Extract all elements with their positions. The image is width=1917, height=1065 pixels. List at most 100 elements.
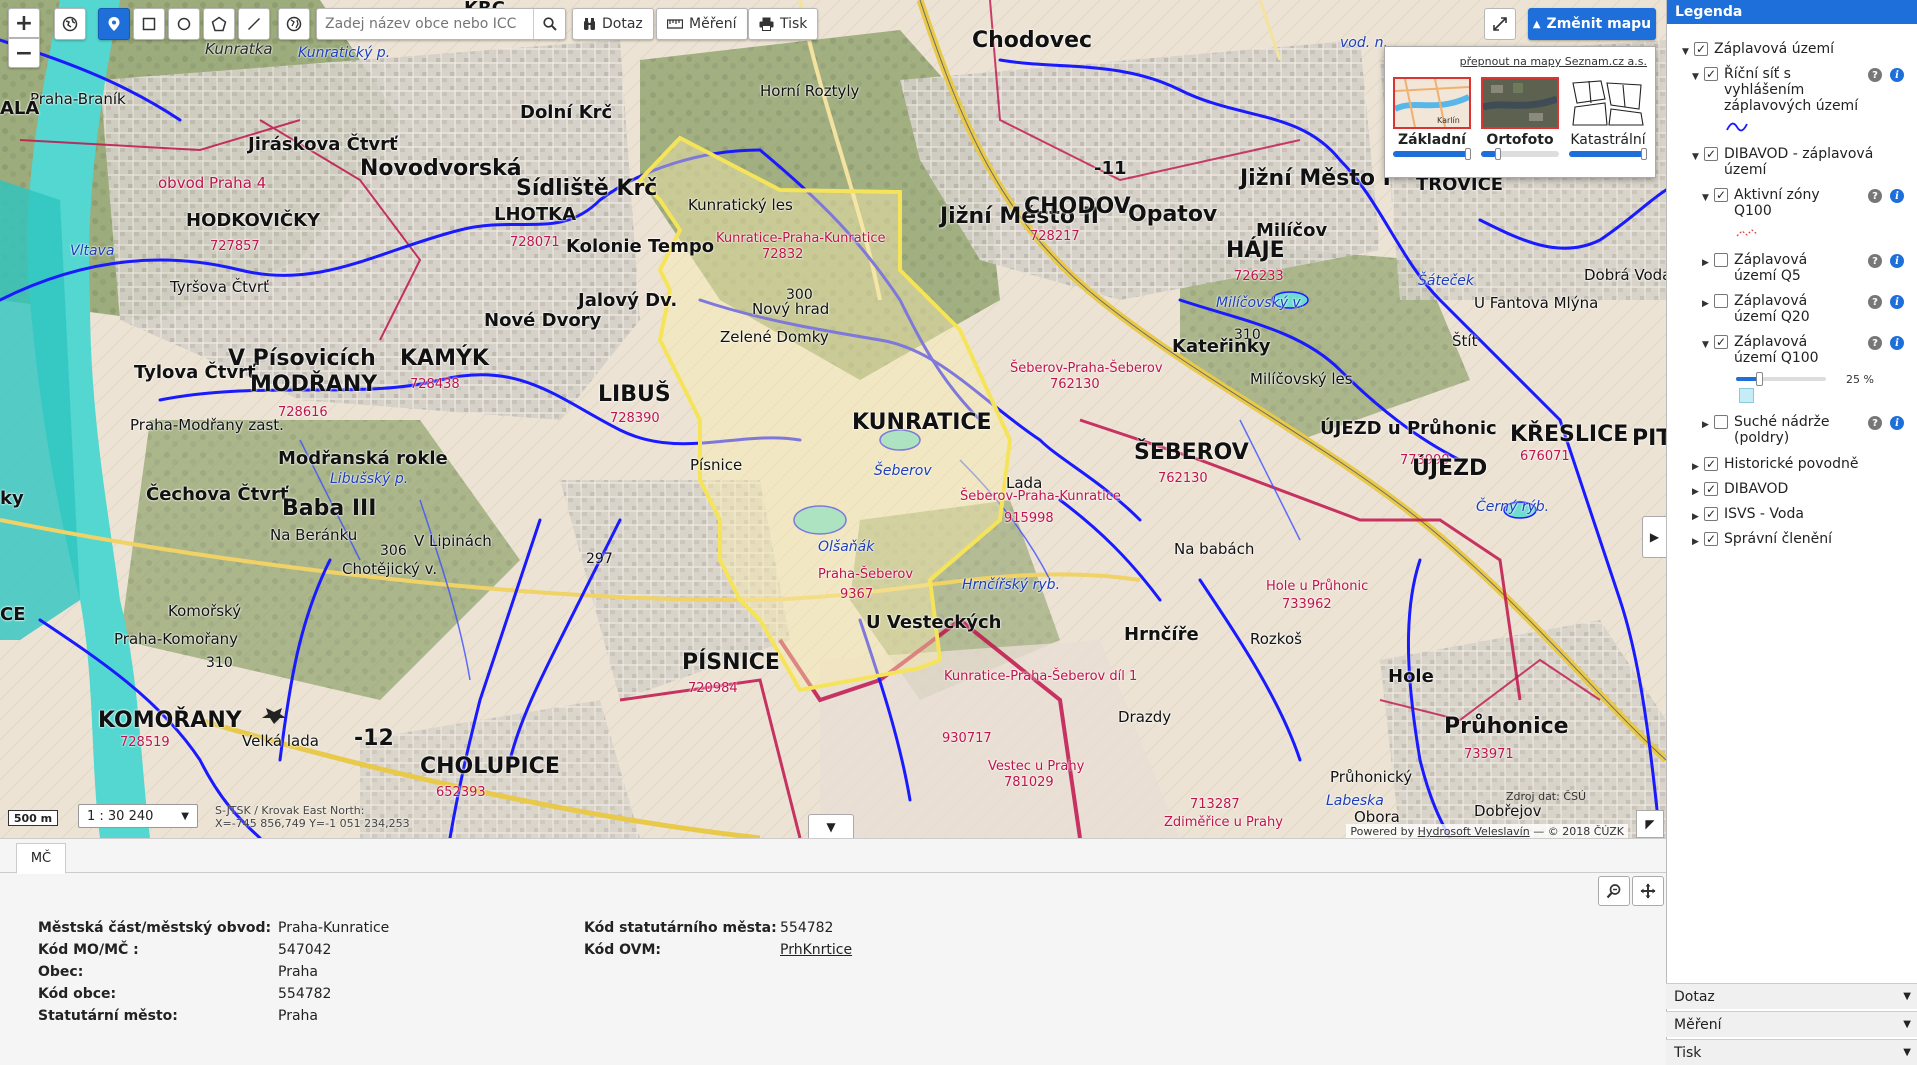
caret-down-icon: ▼ bbox=[181, 810, 189, 822]
checkbox[interactable] bbox=[1714, 294, 1728, 308]
checkbox[interactable]: ✓ bbox=[1704, 147, 1718, 161]
expand-arrow-icon[interactable]: ▼ bbox=[1702, 190, 1712, 206]
accordion-mereni[interactable]: Měření ▼ bbox=[1666, 1011, 1917, 1037]
seznam-link[interactable]: přepnout na mapy Seznam.cz a.s. bbox=[1460, 55, 1647, 68]
map-label-chodovec: Chodovec bbox=[972, 28, 1093, 53]
map-label-dolni-krc: Dolní Krč bbox=[520, 102, 613, 123]
attr-key: Kód MO/MČ : bbox=[38, 942, 139, 958]
help-icon[interactable]: ? bbox=[1868, 416, 1882, 430]
globe-button[interactable] bbox=[54, 8, 86, 40]
zoom-out-button[interactable]: − bbox=[8, 38, 40, 68]
help-icon[interactable]: ? bbox=[1868, 189, 1882, 203]
checkbox[interactable]: ✓ bbox=[1704, 532, 1718, 546]
map-label-praha-komorany: Praha-Komořany bbox=[114, 630, 239, 648]
basemap-opacity-katastralni[interactable] bbox=[1569, 148, 1647, 160]
scale-select[interactable]: 1 : 30 240 ▼ bbox=[78, 804, 198, 828]
search-button[interactable] bbox=[533, 9, 565, 39]
overview-map-button[interactable]: ◤ bbox=[1636, 810, 1664, 838]
checkbox[interactable] bbox=[1714, 253, 1728, 267]
accordion-dotaz[interactable]: Dotaz ▼ bbox=[1666, 983, 1917, 1009]
fullscreen-button[interactable] bbox=[1484, 8, 1516, 40]
info-icon[interactable]: i bbox=[1890, 416, 1904, 430]
slider-knob[interactable] bbox=[1756, 372, 1763, 386]
map-view[interactable]: Chodovec Kunratka Praha-Braník Horní Roz… bbox=[0, 0, 1666, 838]
legend-item-zaplavova-uzemi[interactable]: ▼ ✓ Záplavová území bbox=[1682, 41, 1894, 60]
basemap-opacity-ortofoto[interactable] bbox=[1481, 148, 1559, 160]
info-icon[interactable]: i bbox=[1890, 68, 1904, 82]
expand-arrow-icon[interactable]: ▶ bbox=[1692, 484, 1702, 500]
info-icon[interactable]: i bbox=[1890, 254, 1904, 268]
help-icon[interactable]: ? bbox=[1868, 254, 1882, 268]
checkbox[interactable] bbox=[1714, 415, 1728, 429]
credit-link[interactable]: Hydrosoft Veleslavín bbox=[1418, 825, 1530, 838]
q100-area-swatch bbox=[1739, 388, 1754, 403]
collapse-info-panel-button[interactable]: ▼ bbox=[808, 814, 854, 838]
map-label-ky: ky bbox=[0, 488, 24, 509]
legend-item-historicke-povodne[interactable]: ▶ ✓ Historické povodně bbox=[1692, 456, 1904, 475]
polygon-select-button[interactable] bbox=[203, 8, 235, 40]
zoom-in-button[interactable]: + bbox=[8, 8, 40, 38]
kod-ovm-link[interactable]: PrhKnrtice bbox=[780, 939, 852, 961]
zmenit-mapu-button[interactable]: ▲ Změnit mapu bbox=[1528, 8, 1656, 40]
world-layers-icon bbox=[286, 16, 302, 32]
expand-arrow-icon[interactable]: ▼ bbox=[1702, 337, 1712, 353]
legend-item-ricni-sit[interactable]: ▼ ✓ Říční síť s vyhlášením záplavových úze… bbox=[1692, 66, 1860, 114]
legend-item-suche-nadrze[interactable]: ▶ Suché nádrže (poldry) bbox=[1702, 414, 1854, 446]
expand-arrow-icon[interactable]: ▶ bbox=[1702, 255, 1712, 271]
basemap-option-ortofoto[interactable]: Ortofoto bbox=[1481, 77, 1559, 160]
expand-arrow-icon[interactable]: ▼ bbox=[1692, 149, 1702, 165]
info-icon[interactable]: i bbox=[1890, 336, 1904, 350]
map-label-nove-dvory: Nové Dvory bbox=[484, 310, 602, 331]
tisk-button[interactable]: Tisk bbox=[748, 8, 819, 40]
legend-item-spravni-cleneni[interactable]: ▶ ✓ Správní členění bbox=[1692, 531, 1904, 550]
legend-item-aktivni-zony-q100[interactable]: ▼ ✓ Aktivní zóny Q100 bbox=[1702, 187, 1854, 219]
legend-item-q5[interactable]: ▶ Záplavová území Q5 bbox=[1702, 252, 1854, 284]
dotaz-button[interactable]: Dotaz bbox=[572, 8, 654, 40]
legend-item-q20[interactable]: ▶ Záplavová území Q20 bbox=[1702, 293, 1854, 325]
expand-arrow-icon[interactable]: ▶ bbox=[1692, 534, 1702, 550]
checkbox[interactable]: ✓ bbox=[1694, 42, 1708, 56]
mereni-button[interactable]: Měření bbox=[656, 8, 748, 40]
tab-mc[interactable]: MČ bbox=[16, 843, 66, 874]
help-icon[interactable]: ? bbox=[1868, 295, 1882, 309]
checkbox[interactable]: ✓ bbox=[1704, 507, 1718, 521]
expand-arrow-icon[interactable]: ▶ bbox=[1692, 509, 1702, 525]
polygon-select-icon bbox=[211, 16, 227, 32]
layers-globe-button[interactable] bbox=[278, 8, 310, 40]
basemap-option-katastralni[interactable]: Katastrální bbox=[1569, 77, 1647, 160]
checkbox[interactable]: ✓ bbox=[1704, 67, 1718, 81]
expand-arrow-icon[interactable]: ▶ bbox=[1702, 417, 1712, 433]
checkbox[interactable]: ✓ bbox=[1714, 335, 1728, 349]
legend-item-q100[interactable]: ▼ ✓ Záplavová území Q100 bbox=[1702, 334, 1854, 366]
map-credit: Powered by Hydrosoft Veleslavín — © 2018… bbox=[1346, 824, 1628, 838]
circle-select-button[interactable] bbox=[168, 8, 200, 40]
map-label-jizni-mesto-i: Jižní Město I bbox=[1240, 166, 1391, 191]
q100-opacity-slider[interactable] bbox=[1736, 372, 1826, 386]
expand-arrow-icon[interactable]: ▼ bbox=[1692, 69, 1702, 85]
zoom-to-feature-button[interactable] bbox=[1598, 876, 1630, 906]
rectangle-select-button[interactable] bbox=[133, 8, 165, 40]
checkbox[interactable]: ✓ bbox=[1714, 188, 1728, 202]
point-select-button[interactable] bbox=[98, 8, 130, 40]
info-icon[interactable]: i bbox=[1890, 295, 1904, 309]
checkbox[interactable]: ✓ bbox=[1704, 482, 1718, 496]
expand-arrow-icon[interactable]: ▶ bbox=[1702, 296, 1712, 312]
basemap-option-zakladni[interactable]: Karlín Základní bbox=[1393, 77, 1471, 160]
circle-select-icon bbox=[177, 17, 191, 31]
pan-to-feature-button[interactable] bbox=[1632, 876, 1664, 906]
collapse-legend-button[interactable]: ▶ bbox=[1642, 516, 1666, 558]
search-input[interactable] bbox=[317, 9, 533, 39]
basemap-opacity-zakladni[interactable] bbox=[1393, 148, 1471, 160]
map-label-dobra-voda: Dobrá Voda bbox=[1584, 266, 1666, 284]
line-select-button[interactable] bbox=[238, 8, 270, 40]
help-icon[interactable]: ? bbox=[1868, 68, 1882, 82]
legend-item-dibavod-zaplavova[interactable]: ▼ ✓ DIBAVOD - záplavová území bbox=[1692, 146, 1884, 178]
checkbox[interactable]: ✓ bbox=[1704, 457, 1718, 471]
info-icon[interactable]: i bbox=[1890, 189, 1904, 203]
expand-arrow-icon[interactable]: ▼ bbox=[1682, 44, 1692, 60]
accordion-tisk[interactable]: Tisk ▼ bbox=[1666, 1039, 1917, 1065]
legend-item-dibavod[interactable]: ▶ ✓ DIBAVOD bbox=[1692, 481, 1904, 500]
help-icon[interactable]: ? bbox=[1868, 336, 1882, 350]
expand-arrow-icon[interactable]: ▶ bbox=[1692, 459, 1702, 475]
legend-item-isvs-voda[interactable]: ▶ ✓ ISVS - Voda bbox=[1692, 506, 1904, 525]
